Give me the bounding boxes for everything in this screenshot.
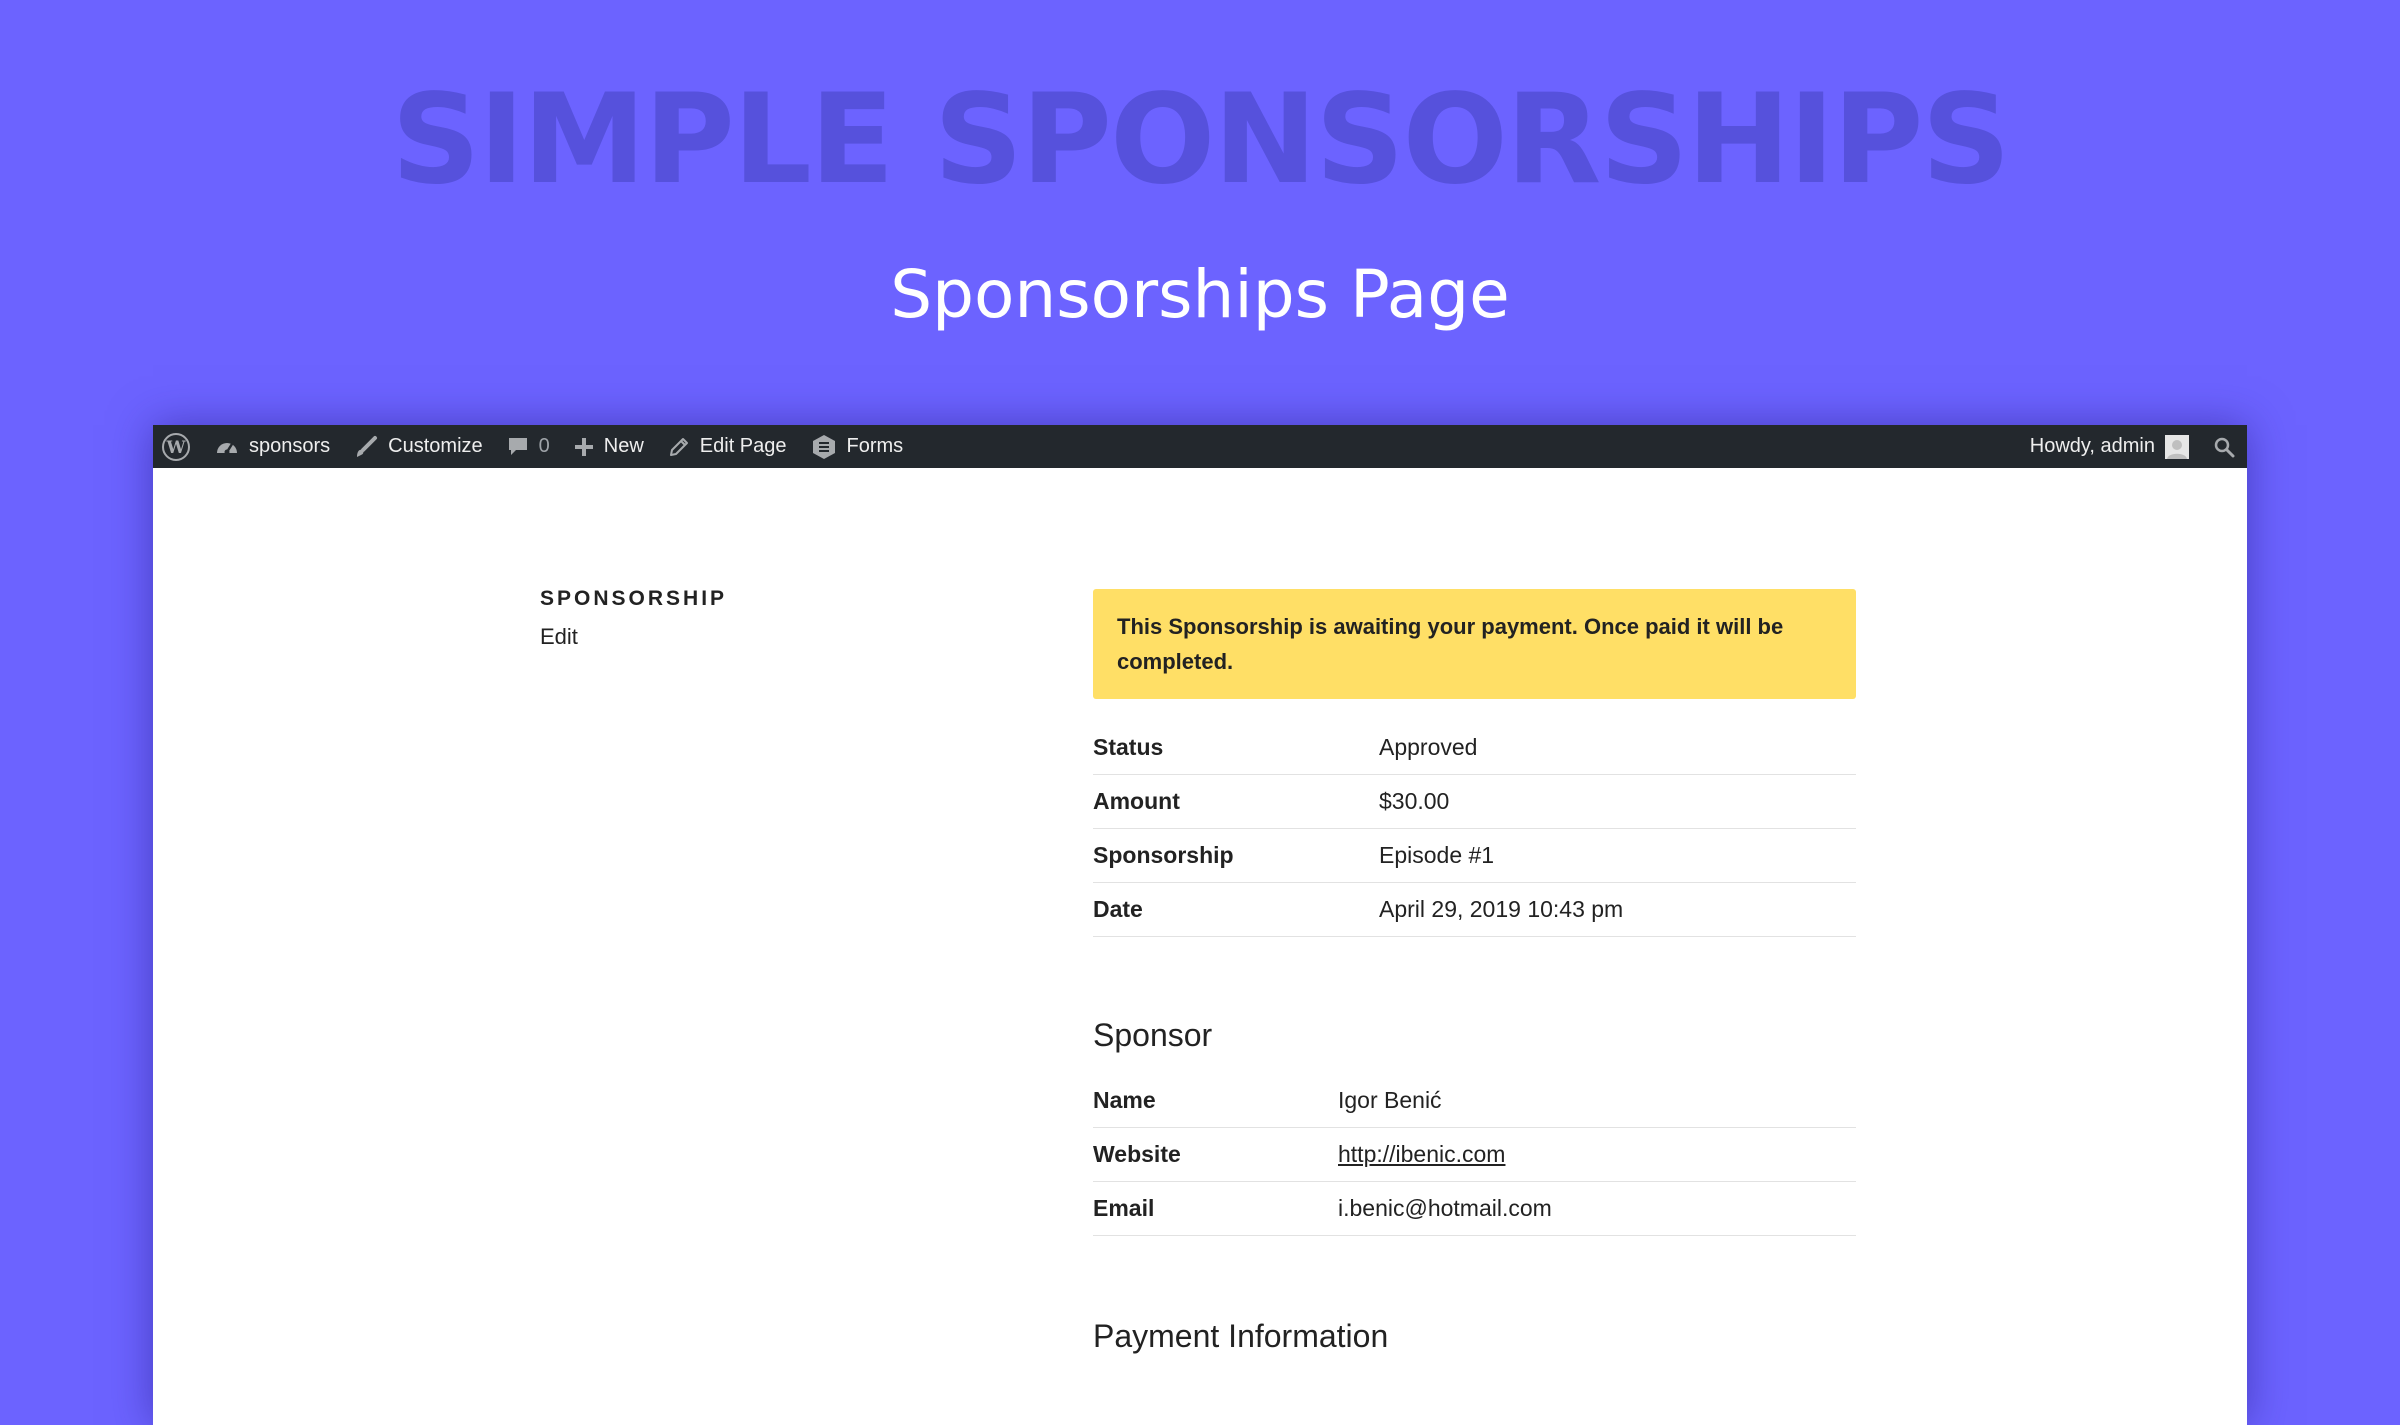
customize-label: Customize xyxy=(388,435,483,457)
avatar xyxy=(2165,434,2189,459)
payment-heading: Payment Information xyxy=(1093,1318,1389,1354)
edit-page-label: Edit Page xyxy=(699,435,787,457)
detail-label: Amount xyxy=(1093,774,1379,829)
wordpress-icon: W xyxy=(162,432,190,461)
sponsor-heading: Sponsor xyxy=(1093,1017,1213,1053)
search-button[interactable] xyxy=(2201,425,2247,468)
pencil-icon xyxy=(669,437,688,456)
wp-logo-button[interactable]: W xyxy=(153,425,203,468)
new-label: New xyxy=(603,435,644,457)
detail-label: Status xyxy=(1093,721,1379,775)
detail-label: Sponsorship xyxy=(1093,828,1379,883)
plus-icon xyxy=(574,437,593,456)
page-content: SPONSORSHIP Edit This Sponsorship is awa… xyxy=(153,468,2247,1425)
sponsor-field-value: Igor Benić xyxy=(1338,1074,1856,1128)
comment-icon xyxy=(508,437,527,455)
payment-notice: This Sponsorship is awaiting your paymen… xyxy=(1093,589,1856,699)
table-row: Website http://ibenic.com xyxy=(1093,1127,1856,1182)
brush-icon xyxy=(357,435,378,457)
entry-sidebar: SPONSORSHIP Edit xyxy=(540,587,727,650)
sponsor-website-cell: http://ibenic.com xyxy=(1338,1127,1856,1182)
sponsor-field-label: Name xyxy=(1093,1074,1338,1128)
detail-value: $30.00 xyxy=(1379,774,1856,829)
customize-button[interactable]: Customize xyxy=(342,425,494,468)
user-icon xyxy=(2167,439,2187,459)
sponsor-field-value: i.benic@hotmail.com xyxy=(1338,1181,1856,1236)
sponsor-website-link[interactable]: http://ibenic.com xyxy=(1338,1141,1505,1167)
sponsorship-details-table: Status Approved Amount $30.00 Sponsorshi… xyxy=(1093,721,1856,937)
site-name-button[interactable]: sponsors xyxy=(203,425,342,468)
entry-main: This Sponsorship is awaiting your paymen… xyxy=(1093,589,1856,1355)
howdy-label: Howdy, admin xyxy=(2029,435,2155,457)
svg-text:W: W xyxy=(165,438,186,458)
forms-label: Forms xyxy=(846,435,904,457)
edit-link[interactable]: Edit xyxy=(540,624,727,650)
detail-value: April 29, 2019 10:43 pm xyxy=(1379,882,1856,937)
detail-label: Date xyxy=(1093,882,1379,937)
hero-title: SIMPLE SPONSORSHIPS xyxy=(391,68,2011,212)
comments-count: 0 xyxy=(538,435,550,457)
wp-admin-bar: W sponsors Customize 0 New Edit Page For… xyxy=(153,425,2247,468)
table-row: Amount $30.00 xyxy=(1093,774,1856,829)
forms-button[interactable]: Forms xyxy=(799,425,916,468)
search-icon xyxy=(2214,437,2235,457)
table-row: Name Igor Benić xyxy=(1093,1074,1856,1128)
browser-window: W sponsors Customize 0 New Edit Page For… xyxy=(153,425,2247,1425)
table-row: Sponsorship Episode #1 xyxy=(1093,828,1856,883)
site-name-label: sponsors xyxy=(249,435,331,457)
forms-icon xyxy=(812,434,835,459)
table-row: Status Approved xyxy=(1093,721,1856,775)
section-label: SPONSORSHIP xyxy=(540,587,728,610)
new-content-button[interactable]: New xyxy=(562,425,656,468)
table-row: Email i.benic@hotmail.com xyxy=(1093,1181,1856,1236)
account-menu[interactable]: Howdy, admin xyxy=(2018,425,2201,468)
sponsor-table: Name Igor Benić Website http://ibenic.co… xyxy=(1093,1074,1856,1236)
sponsor-field-label: Email xyxy=(1093,1181,1338,1236)
dashboard-icon xyxy=(217,442,237,454)
comments-button[interactable]: 0 xyxy=(495,425,562,468)
detail-value: Episode #1 xyxy=(1379,828,1856,883)
detail-value: Approved xyxy=(1379,721,1856,775)
hero-subtitle: Sponsorships Page xyxy=(890,256,1510,333)
table-row: Date April 29, 2019 10:43 pm xyxy=(1093,882,1856,937)
edit-page-button[interactable]: Edit Page xyxy=(656,425,799,468)
sponsor-field-label: Website xyxy=(1093,1127,1338,1182)
